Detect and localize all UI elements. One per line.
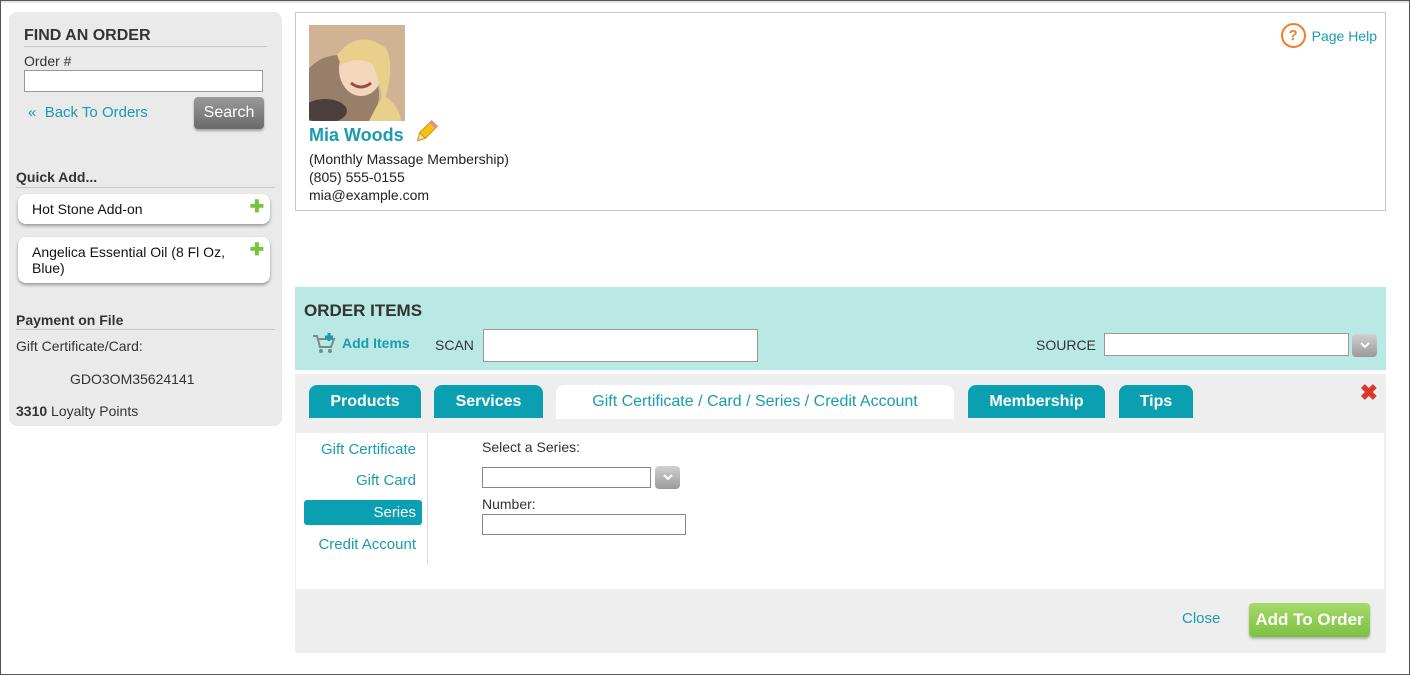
find-order-title: FIND AN ORDER [24, 27, 151, 44]
double-chevron-left-icon: « [28, 104, 37, 121]
tab-gift-certificate-card-series-credit[interactable]: Gift Certificate / Card / Series / Credi… [556, 385, 954, 419]
sub-nav-credit-account[interactable]: Credit Account [304, 532, 422, 557]
payment-label: Gift Certificate/Card: [16, 338, 143, 354]
plus-icon[interactable]: ✚ [250, 241, 264, 258]
top-border [0, 0, 1410, 3]
plus-icon[interactable]: ✚ [250, 198, 264, 215]
add-to-order-button[interactable]: Add To Order [1249, 603, 1370, 637]
payment-code: GDO3OM35624141 [70, 371, 195, 387]
loyalty-points-label: Loyalty Points [51, 403, 139, 419]
avatar-photo [309, 25, 405, 121]
back-to-orders-label: Back To Orders [44, 104, 148, 121]
page-help-link[interactable]: ? Page Help [1280, 23, 1377, 48]
divider [16, 329, 275, 330]
chevron-down-icon [662, 474, 673, 481]
tab-tips[interactable]: Tips [1119, 385, 1193, 418]
customer-card: Mia Woods (Monthly Massage Membership) (… [295, 12, 1386, 211]
sub-nav-gift-card[interactable]: Gift Card [304, 468, 422, 493]
order-number-input[interactable] [24, 70, 263, 92]
tab-content: Gift Certificate Gift Card Series Credit… [296, 433, 1384, 589]
number-label: Number: [482, 496, 536, 512]
divider [16, 187, 275, 188]
quick-add-item-label: Hot Stone Add-on [32, 201, 143, 217]
avatar [309, 25, 405, 121]
tab-membership[interactable]: Membership [968, 385, 1105, 418]
close-link[interactable]: Close [1182, 610, 1220, 627]
close-panel-icon[interactable]: ✖ [1360, 380, 1378, 406]
loyalty-points: 3310 Loyalty Points [16, 403, 138, 419]
select-series-label: Select a Series: [482, 439, 581, 455]
number-input[interactable] [482, 514, 686, 535]
customer-phone: (805) 555-0155 [309, 169, 405, 185]
series-dropdown-button[interactable] [655, 466, 680, 489]
page-help-label: Page Help [1311, 27, 1377, 44]
sub-nav-gift-certificate[interactable]: Gift Certificate [304, 437, 422, 462]
order-items-bar: ORDER ITEMS Add Items SCAN SOURCE [295, 287, 1386, 370]
loyalty-points-value: 3310 [16, 403, 48, 419]
order-items-title: ORDER ITEMS [304, 301, 423, 320]
scan-input[interactable] [483, 329, 758, 362]
customer-name[interactable]: Mia Woods [309, 125, 404, 146]
series-select[interactable] [482, 467, 651, 488]
add-items-button[interactable]: Add Items [312, 332, 410, 354]
quick-add-item[interactable]: Hot Stone Add-on ✚ [18, 194, 270, 224]
question-mark-icon: ? [1280, 23, 1306, 48]
sub-nav-series[interactable]: Series [304, 500, 422, 525]
source-label: SOURCE [1036, 337, 1096, 353]
sub-nav: Gift Certificate Gift Card Series Credit… [302, 433, 428, 565]
search-button[interactable]: Search [194, 97, 264, 129]
divider [24, 46, 267, 47]
chevron-down-icon [1359, 342, 1370, 349]
order-number-label: Order # [24, 53, 72, 69]
back-to-orders-link[interactable]: « Back To Orders [28, 104, 148, 121]
tab-products[interactable]: Products [309, 385, 421, 418]
source-dropdown-button[interactable] [1352, 334, 1377, 357]
item-tabs-panel: Products Services Gift Certificate / Car… [295, 374, 1386, 653]
quick-add-item-label: Angelica Essential Oil (8 Fl Oz, Blue) [32, 244, 225, 276]
source-select[interactable] [1104, 333, 1349, 356]
sidebar: FIND AN ORDER Order # « Back To Orders S… [9, 12, 282, 426]
customer-membership: (Monthly Massage Membership) [309, 151, 509, 167]
tab-services[interactable]: Services [434, 385, 543, 418]
quick-add-title: Quick Add... [16, 169, 98, 185]
scan-label: SCAN [435, 337, 474, 353]
payment-on-file-title: Payment on File [16, 312, 124, 328]
quick-add-item[interactable]: Angelica Essential Oil (8 Fl Oz, Blue) ✚ [18, 237, 270, 283]
add-items-label: Add Items [342, 335, 410, 351]
cart-plus-icon [313, 333, 336, 353]
edit-pencil-icon[interactable] [414, 120, 438, 144]
customer-email: mia@example.com [309, 187, 430, 203]
